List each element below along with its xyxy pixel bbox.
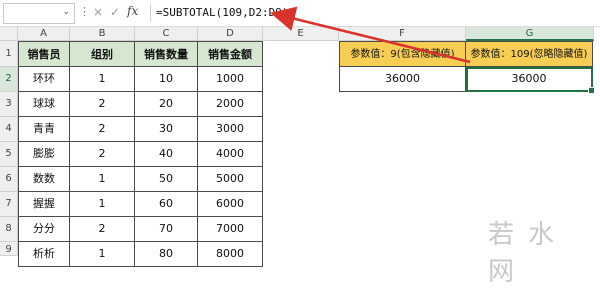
watermark-logo: 若水网 (488, 220, 569, 287)
